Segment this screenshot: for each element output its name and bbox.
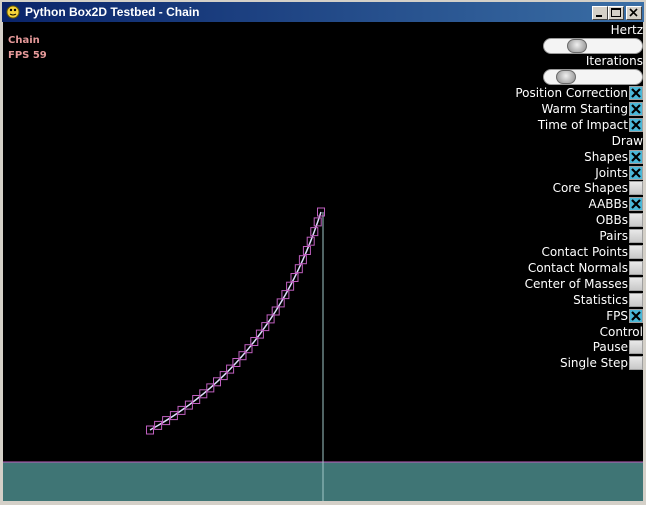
option-contact-normals[interactable]: Contact Normals xyxy=(528,260,643,276)
option-pairs[interactable]: Pairs xyxy=(599,228,643,244)
app-window: Python Box2D Testbed - Chain Chain FPS 5… xyxy=(0,0,646,505)
option-label-joints: Joints xyxy=(595,166,628,180)
option-center-of-masses[interactable]: Center of Masses xyxy=(525,276,643,292)
checkmark-x-icon xyxy=(631,311,641,321)
maximize-icon xyxy=(611,8,621,17)
checkmark-x-icon xyxy=(631,104,641,114)
option-label-statistics: Statistics xyxy=(573,293,628,307)
option-core-shapes[interactable]: Core Shapes xyxy=(553,180,643,196)
hertz-slider-knob[interactable] xyxy=(567,39,587,53)
option-pause[interactable]: Pause xyxy=(593,339,643,355)
single-step-checkbox[interactable] xyxy=(629,356,643,370)
option-warm-starting[interactable]: Warm Starting xyxy=(541,101,643,117)
checkmark-x-icon xyxy=(631,88,641,98)
section-label-draw: Draw xyxy=(611,134,643,148)
chain-joint-line xyxy=(149,211,322,431)
option-single-step[interactable]: Single Step xyxy=(560,355,643,371)
pause-checkbox[interactable] xyxy=(629,340,643,354)
warm-starting-checkbox[interactable] xyxy=(629,102,643,116)
fps-checkbox[interactable] xyxy=(629,309,643,323)
chain-body xyxy=(146,207,325,435)
obbs-checkbox[interactable] xyxy=(629,213,643,227)
option-label-pairs: Pairs xyxy=(599,229,628,243)
statistics-checkbox[interactable] xyxy=(629,293,643,307)
close-button[interactable] xyxy=(626,6,642,20)
option-shapes[interactable]: Shapes xyxy=(584,149,643,165)
close-icon xyxy=(629,8,638,17)
fps-readout: FPS 59 xyxy=(8,50,47,61)
hertz-label: Hertz xyxy=(610,23,643,37)
option-label-core-shapes: Core Shapes xyxy=(552,181,628,195)
simulation-canvas[interactable]: Chain FPS 59 Hertz Iterations Position C… xyxy=(3,22,643,501)
title-bar[interactable]: Python Box2D Testbed - Chain xyxy=(2,2,644,22)
checkmark-x-icon xyxy=(631,120,641,130)
section-control: Control xyxy=(600,324,643,340)
option-joints[interactable]: Joints xyxy=(595,165,643,181)
pairs-checkbox[interactable] xyxy=(629,229,643,243)
option-label-obbs: OBBs xyxy=(595,213,628,227)
test-name-label: Chain xyxy=(8,35,40,46)
hertz-label-row: Hertz xyxy=(611,22,643,38)
option-label-single-step: Single Step xyxy=(559,356,628,370)
minimize-icon xyxy=(596,15,602,17)
maximize-button[interactable] xyxy=(608,6,624,20)
option-label-position-correction: Position Correction xyxy=(515,86,628,100)
option-aabbs[interactable]: AABBs xyxy=(589,196,643,212)
hertz-slider[interactable] xyxy=(543,38,643,54)
position-correction-checkbox[interactable] xyxy=(629,86,643,100)
option-contact-points[interactable]: Contact Points xyxy=(541,244,643,260)
option-obbs[interactable]: OBBs xyxy=(596,212,643,228)
joints-checkbox[interactable] xyxy=(629,166,643,180)
option-label-pause: Pause xyxy=(592,340,628,354)
section-draw: Draw xyxy=(612,133,643,149)
option-statistics[interactable]: Statistics xyxy=(573,292,643,308)
iterations-label-row: Iterations xyxy=(586,53,643,69)
iterations-slider[interactable] xyxy=(543,69,643,85)
contact-normals-checkbox[interactable] xyxy=(629,261,643,275)
core-shapes-checkbox[interactable] xyxy=(629,181,643,195)
iterations-label: Iterations xyxy=(585,54,643,68)
python-app-icon xyxy=(6,5,20,19)
option-label-contact-points: Contact Points xyxy=(541,245,628,259)
option-time-of-impact[interactable]: Time of Impact xyxy=(538,117,643,133)
option-label-shapes: Shapes xyxy=(584,150,628,164)
window-title: Python Box2D Testbed - Chain xyxy=(25,5,200,19)
option-label-time-of-impact: Time of Impact xyxy=(537,118,628,132)
checkmark-x-icon xyxy=(631,152,641,162)
minimize-button[interactable] xyxy=(592,6,608,20)
checkmark-x-icon xyxy=(631,168,641,178)
option-position-correction[interactable]: Position Correction xyxy=(515,85,643,101)
option-label-fps: FPS xyxy=(606,309,628,323)
section-label-control: Control xyxy=(599,325,643,339)
option-label-contact-normals: Contact Normals xyxy=(527,261,628,275)
option-label-aabbs: AABBs xyxy=(588,197,628,211)
checkmark-x-icon xyxy=(631,199,641,209)
option-label-center-of-masses: Center of Masses xyxy=(524,277,628,291)
option-fps[interactable]: FPS xyxy=(606,308,643,324)
center-of-masses-checkbox[interactable] xyxy=(629,277,643,291)
iterations-slider-knob[interactable] xyxy=(556,70,576,84)
option-label-warm-starting: Warm Starting xyxy=(541,102,628,116)
contact-points-checkbox[interactable] xyxy=(629,245,643,259)
time-of-impact-checkbox[interactable] xyxy=(629,118,643,132)
aabbs-checkbox[interactable] xyxy=(629,197,643,211)
shapes-checkbox[interactable] xyxy=(629,150,643,164)
